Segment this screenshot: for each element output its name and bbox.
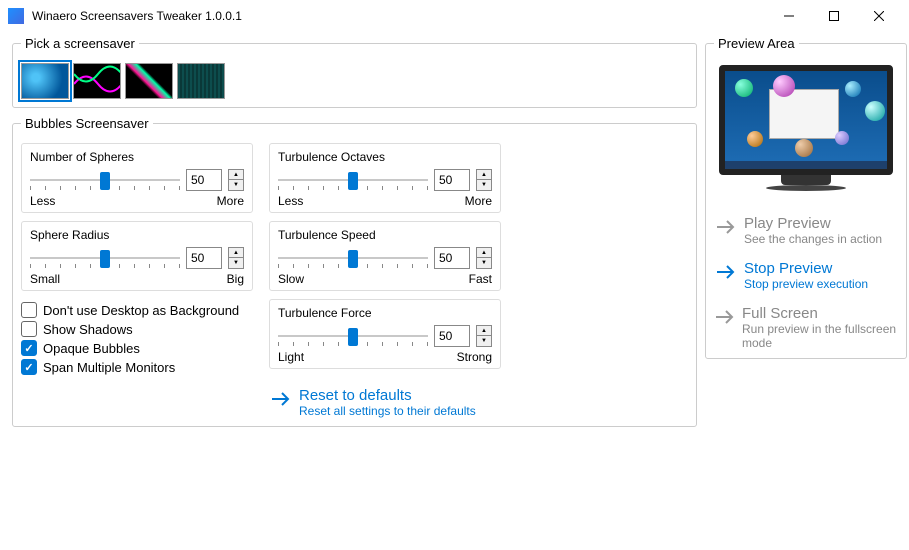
bubbles-settings: Bubbles Screensaver Number of Spheres [12, 116, 697, 427]
fullscreen-link[interactable]: Full Screen Run preview in the fullscree… [716, 305, 898, 350]
spheres-slider[interactable] [30, 168, 180, 192]
screensaver-thumb-bubbles[interactable] [21, 63, 69, 99]
minimize-button[interactable] [766, 1, 811, 31]
radius-label: Sphere Radius [30, 228, 244, 242]
octaves-spinner[interactable]: ▲▼ [476, 169, 492, 191]
arrow-right-icon [716, 307, 734, 327]
stop-preview-link[interactable]: Stop Preview Stop preview execution [716, 260, 898, 291]
speed-label: Turbulence Speed [278, 228, 492, 242]
screensaver-thumb-2[interactable] [73, 63, 121, 99]
opaque-checkbox[interactable]: Opaque Bubbles [21, 340, 253, 356]
title-bar: Winaero Screensavers Tweaker 1.0.0.1 [0, 0, 909, 32]
force-spinner[interactable]: ▲▼ [476, 325, 492, 347]
force-label: Turbulence Force [278, 306, 492, 320]
reset-defaults-link[interactable]: Reset to defaults Reset all settings to … [271, 387, 501, 418]
octaves-input[interactable] [434, 169, 470, 191]
settings-legend: Bubbles Screensaver [21, 116, 153, 131]
radius-spinner[interactable]: ▲▼ [228, 247, 244, 269]
speed-input[interactable] [434, 247, 470, 269]
force-slider[interactable] [278, 324, 428, 348]
play-preview-link[interactable]: Play Preview See the changes in action [716, 215, 898, 246]
arrow-right-icon [716, 262, 736, 282]
radius-group: Sphere Radius ▲▼ SmallBig [21, 221, 253, 291]
screensaver-thumb-4[interactable] [177, 63, 225, 99]
preview-area: Preview Area Pl [705, 36, 907, 359]
shadows-checkbox[interactable]: Show Shadows [21, 321, 253, 337]
radius-slider[interactable] [30, 246, 180, 270]
window-title: Winaero Screensavers Tweaker 1.0.0.1 [32, 9, 766, 23]
preview-monitor [714, 65, 898, 205]
arrow-right-icon [271, 389, 291, 409]
octaves-label: Turbulence Octaves [278, 150, 492, 164]
spheres-input[interactable] [186, 169, 222, 191]
octaves-group: Turbulence Octaves ▲▼ LessMore [269, 143, 501, 213]
force-group: Turbulence Force ▲▼ LightStrong [269, 299, 501, 369]
speed-spinner[interactable]: ▲▼ [476, 247, 492, 269]
radius-input[interactable] [186, 247, 222, 269]
app-icon [8, 8, 24, 24]
close-button[interactable] [856, 1, 901, 31]
arrow-right-icon [716, 217, 736, 237]
octaves-slider[interactable] [278, 168, 428, 192]
screensaver-picker: Pick a screensaver [12, 36, 697, 108]
span-checkbox[interactable]: Span Multiple Monitors [21, 359, 253, 375]
screensaver-thumb-3[interactable] [125, 63, 173, 99]
spheres-group: Number of Spheres ▲▼ LessMore [21, 143, 253, 213]
picker-legend: Pick a screensaver [21, 36, 139, 51]
force-input[interactable] [434, 325, 470, 347]
speed-slider[interactable] [278, 246, 428, 270]
spheres-spinner[interactable]: ▲▼ [228, 169, 244, 191]
maximize-button[interactable] [811, 1, 856, 31]
speed-group: Turbulence Speed ▲▼ SlowFast [269, 221, 501, 291]
nodesktop-checkbox[interactable]: Don't use Desktop as Background [21, 302, 253, 318]
preview-legend: Preview Area [714, 36, 799, 51]
spheres-label: Number of Spheres [30, 150, 244, 164]
